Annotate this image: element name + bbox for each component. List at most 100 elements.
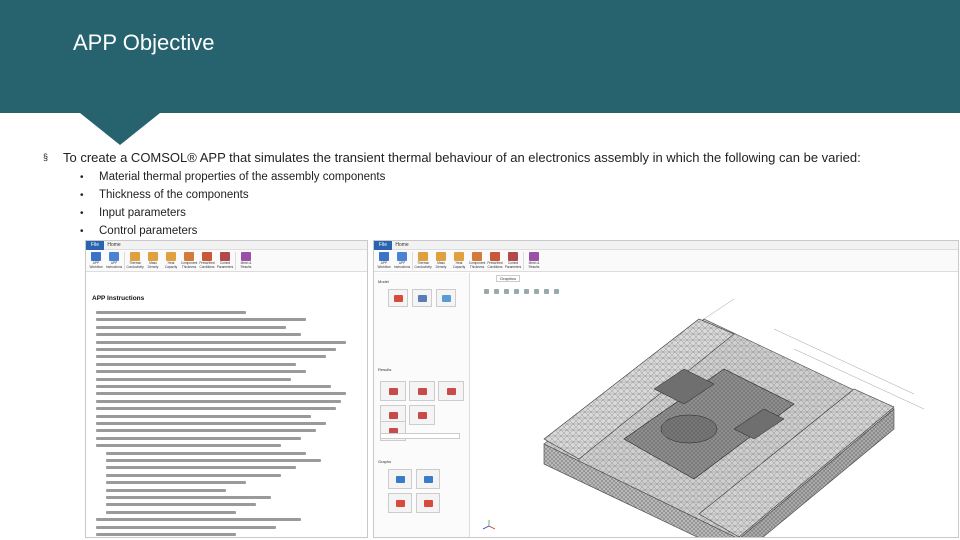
- tab-graphics[interactable]: Graphics: [496, 275, 521, 282]
- objective-text: To create a COMSOL® APP that simulates t…: [63, 150, 861, 165]
- instruction-text-line: [106, 488, 226, 492]
- ribbon-button-label: Thermal Conductivity: [126, 261, 144, 269]
- ribbon-button[interactable]: Component Thickness: [469, 252, 485, 271]
- ribbon-button-label: Prescribed Conditions: [199, 261, 215, 269]
- instruction-text-line: [106, 503, 256, 507]
- instruction-text-line: [96, 429, 316, 433]
- conditions-icon: [202, 252, 212, 261]
- density-icon: [436, 252, 446, 261]
- thermal-icon: [130, 252, 140, 261]
- ribbon-button[interactable]: APP Instructions: [106, 252, 122, 271]
- instruction-text-line: [96, 333, 301, 337]
- ribbon-button-label: Heat Capacity: [164, 261, 178, 269]
- tab-home[interactable]: Home: [106, 241, 122, 250]
- model-button-3[interactable]: [436, 289, 456, 307]
- ribbon-button-label: Mesh & Results: [528, 261, 540, 269]
- ribbon-button-label: Control Parameters: [216, 261, 234, 269]
- app-instructions-screenshot: File Home APP Workflow APP Instructions Th…: [85, 240, 368, 538]
- ribbon-button[interactable]: APP Workflow: [376, 252, 392, 271]
- instruction-text-line: [96, 318, 306, 322]
- list-item: • Material thermal properties of the asse…: [80, 168, 385, 186]
- instructions-panel: APP Instructions: [86, 273, 367, 537]
- results-button-3[interactable]: [438, 381, 464, 401]
- instruction-text-line: [106, 510, 236, 514]
- mesh-icon: [241, 252, 251, 261]
- tab-home[interactable]: Home: [394, 241, 410, 250]
- ribbon-button[interactable]: APP Instructions: [394, 252, 410, 271]
- objective-bullet: § To create a COMSOL® APP that simulates…: [43, 150, 861, 165]
- ribbon-button[interactable]: Mesh & Results: [238, 252, 254, 271]
- graphs-button-3[interactable]: [388, 493, 412, 513]
- instruction-text-line: [106, 451, 306, 455]
- density-icon: [148, 252, 158, 261]
- ribbon-button-label: Component Thickness: [468, 261, 486, 269]
- results-button-5[interactable]: [409, 405, 435, 425]
- graphics-window[interactable]: Graphics: [474, 273, 958, 537]
- instruction-text-line: [96, 518, 301, 522]
- ribbon-button[interactable]: Mass Density: [145, 252, 161, 271]
- ribbon-button[interactable]: Prescribed Conditions: [487, 252, 503, 271]
- page-title: APP Objective: [73, 30, 215, 55]
- grid-icon: [441, 294, 451, 302]
- instruction-text-line: [96, 340, 346, 344]
- list-item: • Input parameters: [80, 204, 385, 222]
- instruction-text-line: [96, 348, 336, 351]
- instruction-text-line: [96, 422, 326, 425]
- ribbon-button[interactable]: Control Parameters: [217, 252, 233, 271]
- list-item: • Control parameters: [80, 222, 385, 240]
- param-icon: [417, 411, 427, 419]
- ribbon-button[interactable]: Thermal Conductivity: [414, 252, 432, 271]
- ribbon-button-label: APP Workflow: [89, 261, 103, 269]
- ribbon-button[interactable]: Heat Capacity: [451, 252, 467, 271]
- sub-bullet-marker: •: [80, 207, 84, 219]
- list-item: • Thickness of the components: [80, 186, 385, 204]
- instruction-text-line: [106, 496, 271, 499]
- sub-item-text: Thickness of the components: [99, 189, 249, 201]
- heat-icon: [166, 252, 176, 261]
- settings-column: Model Results Graphs: [374, 273, 470, 537]
- graphs-button-1[interactable]: [388, 469, 412, 489]
- ribbon-tabbar: File Home: [86, 241, 367, 250]
- ribbon-button[interactable]: Prescribed Conditions: [199, 252, 215, 271]
- model-button-2[interactable]: [412, 289, 432, 307]
- control-icon: [220, 252, 230, 261]
- layers-icon: [184, 252, 194, 261]
- instruction-text-line: [96, 407, 336, 411]
- fire-icon: [393, 294, 403, 302]
- param-icon: [388, 411, 398, 419]
- results-select[interactable]: [380, 433, 460, 439]
- instruction-text-line: [96, 525, 276, 529]
- heat-icon: [454, 252, 464, 261]
- ribbon-separator: [235, 252, 236, 270]
- ribbon-button[interactable]: APP Workflow: [88, 252, 104, 271]
- instruction-text-line: [96, 533, 236, 536]
- mesh-icon: [529, 252, 539, 261]
- instruction-text-line: [96, 436, 301, 440]
- thermal-icon: [418, 252, 428, 261]
- ribbon-button[interactable]: Heat Capacity: [163, 252, 179, 271]
- ribbon-button[interactable]: Control Parameters: [505, 252, 521, 271]
- model-button-1[interactable]: [388, 289, 408, 307]
- results-button-1[interactable]: [380, 381, 406, 401]
- instruction-text-line: [96, 355, 326, 359]
- instruction-text-line: [96, 370, 306, 374]
- graphs-button-2[interactable]: [416, 469, 440, 489]
- app-icon: [91, 252, 101, 261]
- tab-file[interactable]: File: [86, 241, 104, 250]
- tab-file[interactable]: File: [374, 241, 392, 250]
- instructions-title: APP Instructions: [92, 295, 145, 302]
- plot-icon: [423, 475, 433, 483]
- ribbon-button[interactable]: Mass Density: [433, 252, 449, 271]
- ribbon-button-label: Thermal Conductivity: [414, 261, 432, 269]
- ribbon-button[interactable]: Component Thickness: [181, 252, 197, 271]
- bullet-marker: §: [43, 152, 49, 162]
- sub-item-text: Control parameters: [99, 225, 198, 237]
- instruction-text-line: [106, 466, 296, 470]
- ribbon-button[interactable]: Mesh & Results: [526, 252, 542, 271]
- control-icon: [508, 252, 518, 261]
- results-button-2[interactable]: [409, 381, 435, 401]
- book-icon: [109, 252, 119, 261]
- instruction-text-line: [96, 414, 311, 418]
- ribbon-button[interactable]: Thermal Conductivity: [126, 252, 144, 271]
- graphs-button-4[interactable]: [416, 493, 440, 513]
